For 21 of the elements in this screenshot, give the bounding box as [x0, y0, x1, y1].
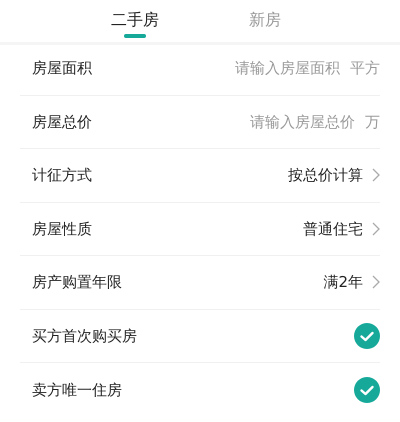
select-value[interactable]: 满2年: [323, 271, 363, 294]
row-label: 卖方唯一住房: [32, 380, 122, 400]
row-label: 房产购置年限: [32, 272, 122, 293]
row-label: 房屋总价: [32, 112, 92, 132]
row-label: 房屋性质: [32, 218, 92, 240]
input-field[interactable]: 请输入房屋面积: [190, 57, 340, 80]
tab-indicator: [124, 34, 146, 38]
row-label: 计征方式: [32, 165, 92, 186]
unit-label: 平方: [350, 58, 380, 79]
checkbox[interactable]: [354, 376, 380, 403]
chevron-right-icon: [372, 222, 380, 236]
row-label: 买方首次购买房: [32, 326, 137, 346]
select-value[interactable]: 普通住宅: [303, 218, 363, 240]
unit-label: 万: [365, 112, 380, 132]
tab[interactable]: 二手房: [100, 0, 170, 32]
chevron-right-icon: [372, 275, 380, 290]
checkbox[interactable]: [354, 322, 380, 349]
input-field[interactable]: 请输入房屋总价: [205, 110, 355, 133]
row-label: 房屋面积: [32, 58, 92, 79]
chevron-right-icon: [372, 168, 380, 182]
select-value[interactable]: 按总价计算: [288, 164, 363, 186]
